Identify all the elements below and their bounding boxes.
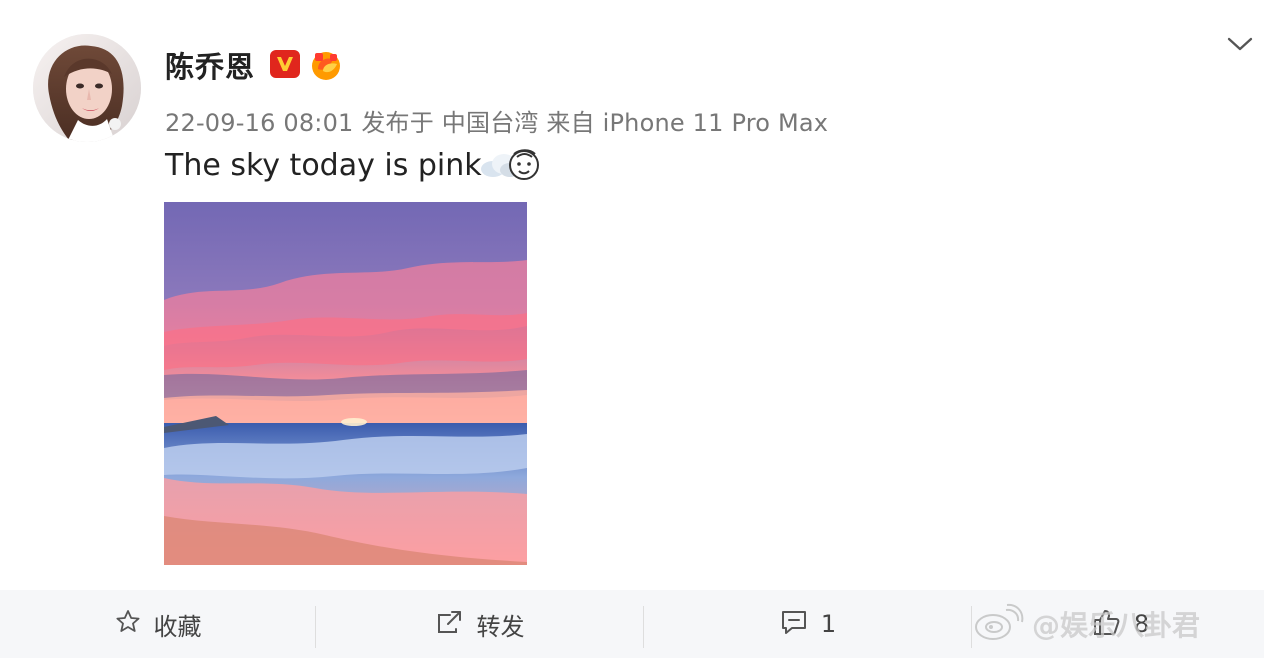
divider <box>971 606 972 648</box>
watermark-text: @娱乐八卦君 <box>1032 609 1201 642</box>
cloud-emoji-icon <box>479 144 541 186</box>
star-icon <box>114 608 142 640</box>
post-photo[interactable] <box>164 202 527 565</box>
repost-label: 转发 <box>476 612 525 641</box>
watermark: @娱乐八卦君 <box>974 596 1200 652</box>
favorite-button[interactable]: 收藏 <box>0 590 315 658</box>
repost-button[interactable]: 转发 <box>316 590 643 658</box>
post-actions: 收藏 转发 1 8 @娱乐八卦君 <box>0 590 1264 658</box>
post-text: The sky today is pink <box>165 148 482 183</box>
comment-icon <box>779 607 809 641</box>
verified-badge-icon <box>270 50 300 78</box>
comment-count: 1 <box>820 610 837 638</box>
weibo-post: 陈乔恩 22-09-16 08:01 发布于 中国台湾 来自 iPhone 11… <box>0 0 1264 658</box>
share-icon <box>435 607 465 641</box>
avatar-image <box>33 34 141 142</box>
post-meta: 22-09-16 08:01 发布于 中国台湾 来自 iPhone 11 Pro… <box>165 109 829 137</box>
comment-button[interactable]: 1 <box>644 590 971 658</box>
avatar[interactable] <box>33 34 141 142</box>
weibo-logo-icon <box>974 601 1024 647</box>
member-badge-icon <box>309 49 345 82</box>
chevron-down-icon[interactable] <box>1224 30 1256 58</box>
favorite-label: 收藏 <box>153 612 202 641</box>
author-name[interactable]: 陈乔恩 <box>165 44 255 86</box>
